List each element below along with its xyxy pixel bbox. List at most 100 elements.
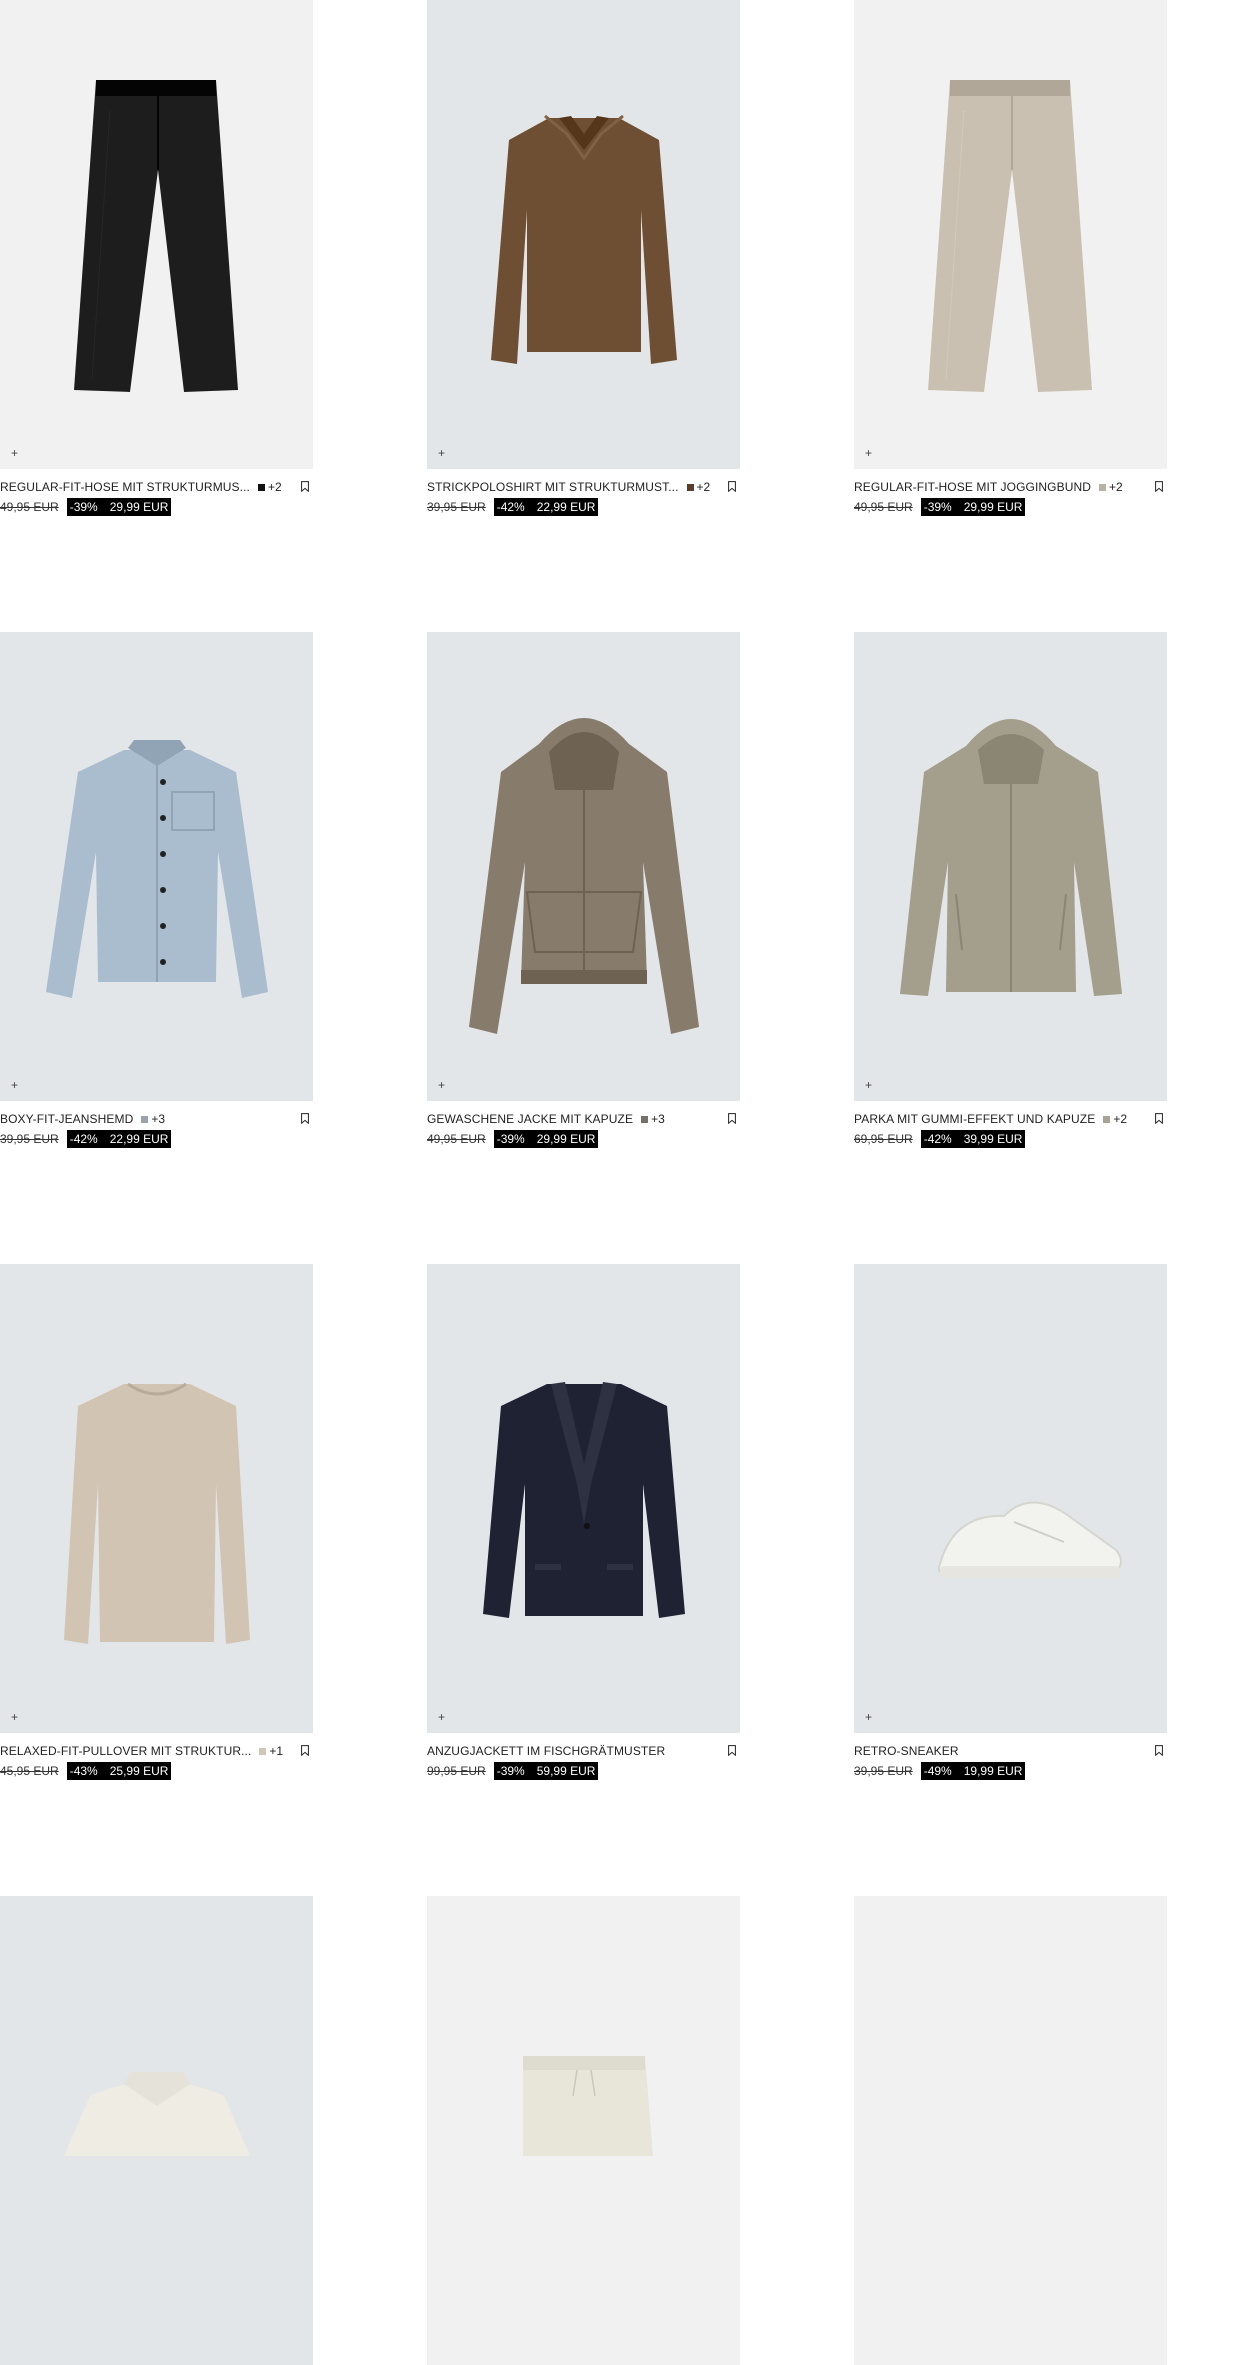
color-options[interactable]: +3	[141, 1112, 165, 1126]
product-name[interactable]: RETRO-SNEAKER	[854, 1744, 959, 1758]
product-image[interactable]: +	[0, 632, 313, 1101]
plus-icon[interactable]: +	[8, 1711, 21, 1724]
product-image[interactable]	[0, 1896, 313, 2365]
product-card[interactable]: + BOXY-FIT-JEANSHEMD +3 39,95 EUR -42% 22,99 …	[0, 632, 313, 1148]
product-name[interactable]: RELAXED-FIT-PULLOVER MIT STRUKTUR...	[0, 1744, 251, 1758]
discount-percent: -39%	[69, 500, 98, 514]
discount-percent: -39%	[496, 1764, 525, 1778]
product-image[interactable]: +	[0, 0, 313, 469]
price-row: 39,95 EUR -42% 22,99 EUR	[427, 498, 599, 516]
original-price: 49,95 EUR	[427, 1132, 486, 1146]
bookmark-icon[interactable]	[728, 1113, 736, 1124]
color-options[interactable]: +2	[686, 480, 710, 494]
color-swatch[interactable]	[1099, 483, 1106, 491]
plus-icon[interactable]: +	[8, 447, 21, 460]
color-swatch[interactable]	[141, 1115, 149, 1123]
color-swatch[interactable]	[641, 1115, 649, 1123]
product-image[interactable]	[854, 1896, 1167, 2365]
product-card[interactable]	[0, 1896, 313, 2365]
bookmark-icon[interactable]	[301, 481, 309, 492]
discount-percent: -42%	[496, 500, 525, 514]
sale-price: 22,99 EUR	[109, 1132, 169, 1146]
product-image[interactable]	[427, 1896, 740, 2365]
product-card[interactable]: + RELAXED-FIT-PULLOVER MIT STRUKTUR... +1 4…	[0, 1264, 313, 1780]
product-image[interactable]: +	[427, 632, 740, 1101]
color-swatch[interactable]	[1103, 1115, 1111, 1123]
product-image[interactable]: +	[427, 0, 740, 469]
sale-price: 19,99 EUR	[963, 1764, 1023, 1778]
sale-price: 22,99 EUR	[536, 500, 596, 514]
product-image[interactable]: +	[0, 1264, 313, 1733]
product-info: REGULAR-FIT-HOSE MIT JOGGINGBUND +2 49,95 …	[854, 469, 1167, 516]
product-name[interactable]: ANZUGJACKETT IM FISCHGRÄTMUSTER	[427, 1744, 665, 1758]
product-card[interactable]: + PARKA MIT GUMMI-EFFEKT UND KAPUZE +2 69,9…	[854, 632, 1167, 1148]
product-photo	[46, 740, 268, 998]
product-name[interactable]: GEWASCHENE JACKE MIT KAPUZE	[427, 1112, 633, 1126]
product-title-row: STRICKPOLOSHIRT MIT STRUKTURMUST... +2	[427, 479, 740, 495]
product-card[interactable]	[427, 1896, 740, 2365]
sale-badge: -49% 19,99 EUR	[920, 1762, 1026, 1780]
bookmark-icon[interactable]	[301, 1745, 309, 1756]
product-card[interactable]: + REGULAR-FIT-HOSE MIT STRUKTURMUS... +2 49…	[0, 0, 313, 516]
bookmark-icon[interactable]	[1155, 481, 1163, 492]
product-name[interactable]: REGULAR-FIT-HOSE MIT JOGGINGBUND	[854, 480, 1091, 494]
bookmark-icon[interactable]	[728, 481, 736, 492]
more-colors-count: +3	[651, 1112, 665, 1126]
sale-badge: -42% 39,99 EUR	[920, 1130, 1026, 1148]
sale-badge: -42% 22,99 EUR	[66, 1130, 172, 1148]
bookmark-icon[interactable]	[1155, 1745, 1163, 1756]
product-photo	[900, 719, 1122, 996]
product-image[interactable]: +	[854, 0, 1167, 469]
color-swatch[interactable]	[257, 483, 265, 491]
plus-icon[interactable]: +	[8, 1079, 21, 1092]
product-title-row: REGULAR-FIT-HOSE MIT JOGGINGBUND +2	[854, 479, 1167, 495]
plus-icon[interactable]: +	[435, 1079, 448, 1092]
product-card[interactable]: + ANZUGJACKETT IM FISCHGRÄTMUSTER 99,95 EU…	[427, 1264, 740, 1780]
sale-price: 29,99 EUR	[109, 500, 169, 514]
product-name[interactable]: REGULAR-FIT-HOSE MIT STRUKTURMUS...	[0, 480, 250, 494]
price-row: 99,95 EUR -39% 59,99 EUR	[427, 1762, 599, 1780]
product-image[interactable]: +	[427, 1264, 740, 1733]
plus-icon[interactable]: +	[435, 1711, 448, 1724]
sale-badge: -39% 29,99 EUR	[493, 1130, 599, 1148]
original-price: 39,95 EUR	[0, 1132, 59, 1146]
color-options[interactable]: +3	[641, 1112, 665, 1126]
product-image[interactable]: +	[854, 1264, 1167, 1733]
product-card[interactable]: + RETRO-SNEAKER 39,95 EUR -49% 19,99 EUR	[854, 1264, 1167, 1780]
color-swatch[interactable]	[259, 1747, 267, 1755]
sale-price: 59,99 EUR	[536, 1764, 596, 1778]
product-info: PARKA MIT GUMMI-EFFEKT UND KAPUZE +2 69,95…	[854, 1101, 1167, 1148]
product-title-row: BOXY-FIT-JEANSHEMD +3	[0, 1111, 313, 1127]
discount-percent: -43%	[69, 1764, 98, 1778]
product-card[interactable]	[854, 1896, 1167, 2365]
color-options[interactable]: +1	[259, 1744, 283, 1758]
plus-icon[interactable]: +	[435, 447, 448, 460]
color-swatch[interactable]	[686, 483, 694, 491]
color-options[interactable]: +2	[257, 480, 282, 494]
product-info: BOXY-FIT-JEANSHEMD +3 39,95 EUR -42% 22,99 E…	[0, 1101, 313, 1148]
product-name[interactable]: BOXY-FIT-JEANSHEMD	[0, 1112, 133, 1126]
bookmark-icon[interactable]	[301, 1113, 309, 1124]
bookmark-icon[interactable]	[728, 1745, 736, 1756]
color-options[interactable]: +2	[1099, 480, 1123, 494]
product-name[interactable]: PARKA MIT GUMMI-EFFEKT UND KAPUZE	[854, 1112, 1095, 1126]
price-row: 49,95 EUR -39% 29,99 EUR	[0, 498, 172, 516]
bookmark-icon[interactable]	[1155, 1113, 1163, 1124]
product-name[interactable]: STRICKPOLOSHIRT MIT STRUKTURMUST...	[427, 480, 679, 494]
product-photo	[483, 1382, 685, 1618]
product-title-row: RELAXED-FIT-PULLOVER MIT STRUKTUR... +1	[0, 1743, 313, 1759]
more-colors-count: +2	[1109, 480, 1123, 494]
price-row: 39,95 EUR -49% 19,99 EUR	[854, 1762, 1026, 1780]
original-price: 39,95 EUR	[427, 500, 486, 514]
plus-icon[interactable]: +	[862, 447, 875, 460]
product-image[interactable]: +	[854, 632, 1167, 1101]
plus-icon[interactable]: +	[862, 1079, 875, 1092]
product-photo	[523, 2056, 653, 2156]
discount-percent: -42%	[923, 1132, 952, 1146]
sale-badge: -39% 29,99 EUR	[920, 498, 1026, 516]
product-card[interactable]: + REGULAR-FIT-HOSE MIT JOGGINGBUND +2 49,95…	[854, 0, 1167, 516]
color-options[interactable]: +2	[1103, 1112, 1127, 1126]
product-card[interactable]: + STRICKPOLOSHIRT MIT STRUKTURMUST... +2 39…	[427, 0, 740, 516]
product-card[interactable]: + GEWASCHENE JACKE MIT KAPUZE +3 49,95 EUR -…	[427, 632, 740, 1148]
plus-icon[interactable]: +	[862, 1711, 875, 1724]
